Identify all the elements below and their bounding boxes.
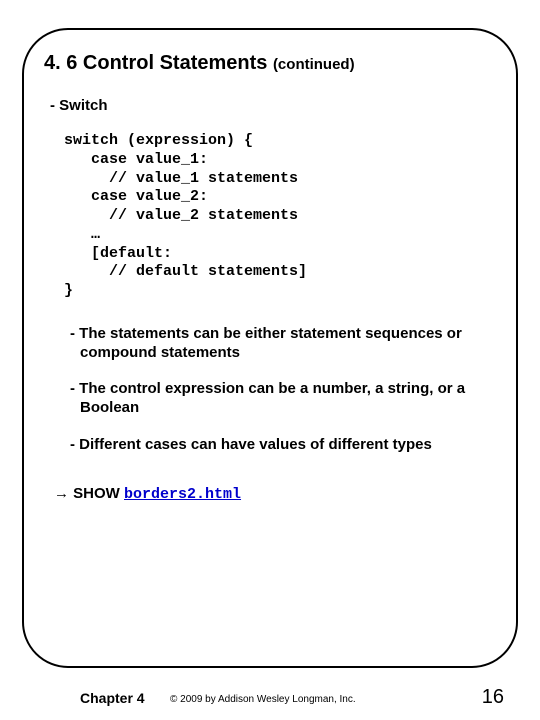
show-label: SHOW bbox=[69, 485, 124, 502]
footer-chapter: Chapter 4 bbox=[80, 690, 145, 706]
show-line: → SHOW borders2.html bbox=[54, 485, 496, 503]
bullet-2: - The control expression can be a number… bbox=[70, 380, 496, 418]
link-borders2[interactable]: borders2.html bbox=[124, 486, 241, 503]
footer-copyright: © 2009 by Addison Wesley Longman, Inc. bbox=[170, 694, 356, 705]
code-block-switch: switch (expression) { case value_1: // v… bbox=[64, 132, 496, 301]
slide-frame: 4. 6 Control Statements (continued) - Sw… bbox=[22, 28, 518, 668]
slide-title: 4. 6 Control Statements bbox=[44, 52, 273, 74]
footer-page-number: 16 bbox=[482, 686, 504, 709]
subheading-switch: - Switch bbox=[50, 97, 496, 114]
slide-title-continued: (continued) bbox=[273, 56, 355, 73]
bullet-list: - The statements can be either statement… bbox=[70, 325, 496, 455]
bullet-1: - The statements can be either statement… bbox=[70, 325, 496, 363]
arrow-icon: → bbox=[54, 485, 69, 502]
title-row: 4. 6 Control Statements (continued) bbox=[44, 52, 496, 75]
bullet-3: - Different cases can have values of dif… bbox=[70, 436, 496, 455]
